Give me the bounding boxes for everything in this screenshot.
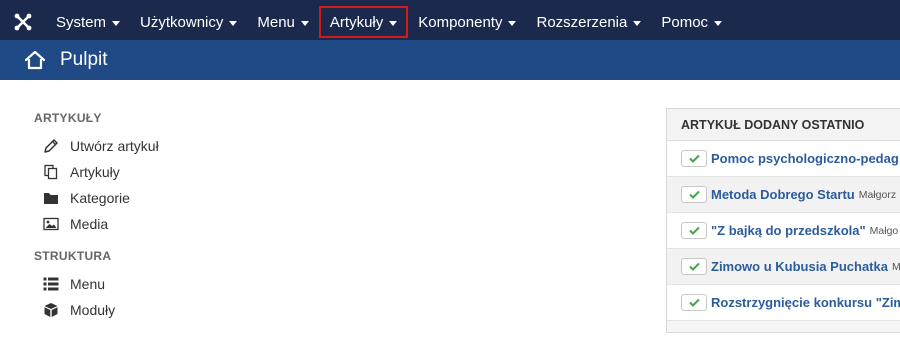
nav-system-label: System: [56, 13, 107, 31]
sidebar-item-modules[interactable]: Moduły: [34, 297, 334, 323]
page-header: Pulpit: [0, 40, 900, 80]
published-check-icon[interactable]: [681, 150, 707, 167]
published-check-icon[interactable]: [681, 294, 707, 311]
sidebar-heading-articles: ARTYKUŁY: [34, 111, 102, 125]
nav-help[interactable]: Pomoc: [651, 6, 732, 38]
copy-icon: [42, 163, 60, 181]
table-row: Metoda Dobrego Startu Małgorz: [667, 177, 900, 213]
sidebar-heading-structure: STRUKTURA: [34, 249, 112, 263]
pencil-icon: [42, 137, 60, 155]
sidebar-menu: ARTYKUŁY Utwórz artykuł Artykuły Kategor…: [34, 110, 334, 323]
page-title: Pulpit: [60, 49, 108, 70]
article-author: M: [891, 260, 900, 273]
sidebar-item-label: Media: [70, 216, 109, 232]
nav-help-label: Pomoc: [661, 13, 709, 31]
article-title-link[interactable]: Rozstrzygnięcie konkursu "Zim: [711, 295, 900, 310]
sidebar-item-categories[interactable]: Kategorie: [34, 185, 334, 211]
top-nav-menu: System Użytkownicy Menu Artykuły Kompone…: [0, 6, 732, 38]
published-check-icon[interactable]: [681, 186, 707, 203]
table-row: Rozstrzygnięcie konkursu "Zim: [667, 285, 900, 321]
article-title-link[interactable]: Pomoc psychologiczno-pedag: [711, 151, 899, 166]
sidebar-item-label: Menu: [70, 276, 106, 292]
article-author: Małgorz: [858, 188, 897, 201]
sidebar-item-create-article[interactable]: Utwórz artykuł: [34, 133, 334, 159]
published-check-icon[interactable]: [681, 222, 707, 239]
nav-menu-label: Menu: [257, 13, 295, 31]
nav-system[interactable]: System: [46, 6, 130, 38]
list-icon: [42, 275, 60, 293]
caret-down-icon: [229, 20, 238, 26]
nav-articles-label: Artykuły: [329, 13, 384, 31]
home-icon: [24, 49, 48, 71]
sidebar-item-label: Utwórz artykuł: [70, 138, 159, 154]
table-row: Zimowo u Kubusia Puchatka M: [667, 249, 900, 285]
sidebar-item-label: Moduły: [70, 302, 116, 318]
nav-users-label: Użytkownicy: [140, 13, 224, 31]
nav-users[interactable]: Użytkownicy: [130, 6, 247, 38]
article-title-link[interactable]: "Z bajką do przedszkola": [711, 223, 866, 238]
caret-down-icon: [508, 20, 517, 26]
caret-down-icon: [633, 20, 642, 26]
caret-down-icon: [300, 20, 309, 26]
image-icon: [42, 215, 60, 233]
cube-icon: [42, 301, 60, 319]
nav-components[interactable]: Komponenty: [408, 6, 526, 38]
caret-down-icon: [389, 20, 398, 26]
nav-menu[interactable]: Menu: [247, 6, 319, 38]
published-check-icon[interactable]: [681, 258, 707, 275]
article-author: Małgo: [869, 224, 899, 237]
sidebar-item-label: Kategorie: [70, 190, 130, 206]
recent-articles-panel: ARTYKUŁ DODANY OSTATNIO Pomoc psychologi…: [666, 108, 900, 333]
caret-down-icon: [112, 20, 121, 26]
nav-components-label: Komponenty: [418, 13, 503, 31]
article-title-link[interactable]: Zimowo u Kubusia Puchatka: [711, 259, 888, 274]
caret-down-icon: [714, 20, 723, 26]
nav-extensions-label: Rozszerzenia: [536, 13, 628, 31]
table-row: "Z bajką do przedszkola" Małgo: [667, 213, 900, 249]
nav-articles[interactable]: Artykuły: [318, 6, 409, 38]
joomla-logo-icon[interactable]: [0, 6, 46, 38]
sidebar-item-media[interactable]: Media: [34, 211, 334, 237]
article-title-link[interactable]: Metoda Dobrego Startu: [711, 187, 855, 202]
top-navbar: System Użytkownicy Menu Artykuły Kompone…: [0, 0, 900, 40]
sidebar-item-articles[interactable]: Artykuły: [34, 159, 334, 185]
sidebar-item-label: Artykuły: [70, 164, 120, 180]
sidebar-item-menu[interactable]: Menu: [34, 271, 334, 297]
panel-heading: ARTYKUŁ DODANY OSTATNIO: [667, 109, 900, 141]
nav-extensions[interactable]: Rozszerzenia: [526, 6, 651, 38]
folder-icon: [42, 189, 60, 207]
table-row: Pomoc psychologiczno-pedag: [667, 141, 900, 177]
